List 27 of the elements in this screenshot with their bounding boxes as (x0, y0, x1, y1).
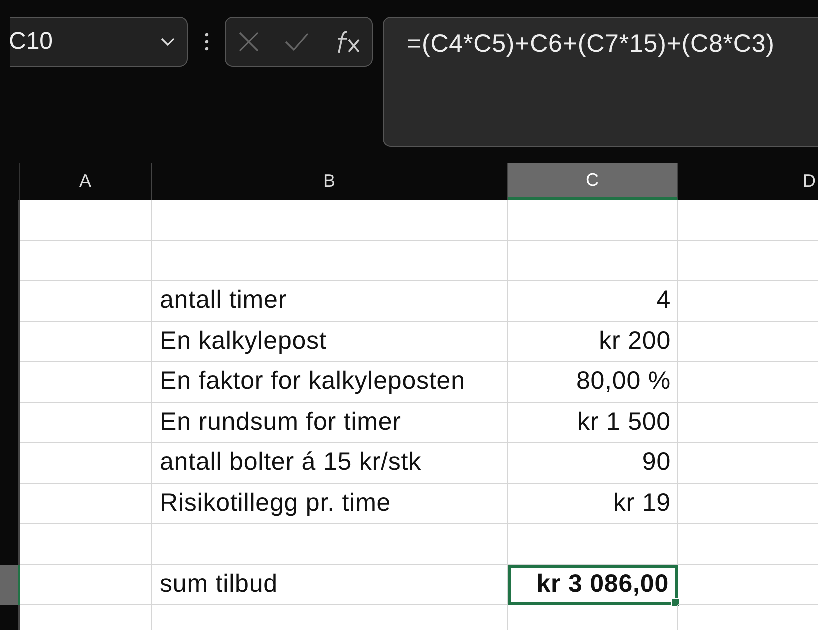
table-cell: 80,00 % (508, 362, 678, 402)
formula-field[interactable]: =(C4*C5)+C6+(C7*15)+(C8*C3) (383, 17, 818, 147)
name-box[interactable]: C10 (10, 17, 188, 67)
table-cell: sum tilbud (152, 564, 508, 605)
table-cell: kr 1 500 (508, 402, 678, 443)
selected-cell[interactable]: kr 3 086,00 (508, 564, 678, 605)
fill-handle[interactable] (671, 598, 680, 607)
table-cell: En kalkylepost (152, 322, 508, 362)
table-cell: 4 (508, 281, 678, 322)
column-header[interactable]: C (508, 163, 678, 200)
table-cell: kr 19 (508, 484, 678, 524)
chevron-down-icon[interactable] (161, 38, 175, 46)
formula-text: =(C4*C5)+C6+(C7*15)+(C8*C3) (407, 30, 775, 58)
row-header[interactable] (0, 524, 20, 564)
column-header[interactable]: D (678, 163, 818, 200)
table-cell: En faktor for kalkyleposten (152, 362, 508, 402)
table-cell: kr 200 (508, 322, 678, 362)
table-cell: antall timer (152, 281, 508, 322)
cell-reference: C10 (9, 28, 54, 56)
checkmark-icon[interactable] (284, 32, 310, 52)
table-cell: En rundsum for timer (152, 402, 508, 443)
table-cell: 90 (508, 443, 678, 484)
table-cell: antall bolter á 15 kr/stk (152, 443, 508, 484)
more-options-icon[interactable] (205, 32, 209, 52)
column-header[interactable]: A (20, 163, 152, 200)
cancel-icon[interactable] (238, 31, 260, 53)
table-cell: Risikotillegg pr. time (152, 484, 508, 524)
